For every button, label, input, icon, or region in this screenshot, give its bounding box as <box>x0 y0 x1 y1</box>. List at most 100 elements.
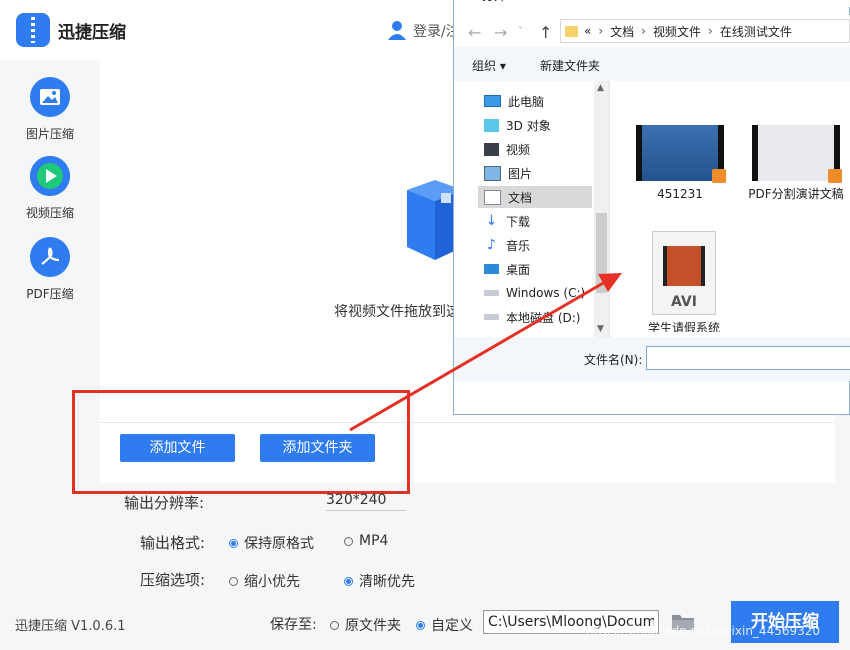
chevron-right-icon: › <box>641 24 646 38</box>
tree-item-3d-objects[interactable]: 3D 对象 <box>484 114 551 136</box>
tree-item-drive-d[interactable]: 本地磁盘 (D:) <box>484 306 580 328</box>
file-item[interactable]: PDF分割演讲文稿 <box>746 125 846 201</box>
up-arrow-icon[interactable]: ↑ <box>539 23 552 42</box>
tree-item-music[interactable]: ♪ 音乐 <box>484 234 530 256</box>
filename-input[interactable] <box>646 346 850 370</box>
pdf-icon <box>30 237 70 277</box>
file-name: 451231 <box>657 187 703 201</box>
folder-icon <box>565 25 578 37</box>
picture-icon <box>484 165 501 181</box>
sidebar-item-label: PDF压缩 <box>26 287 74 301</box>
radio-unchecked-icon <box>330 620 339 630</box>
back-arrow-icon[interactable]: ← <box>468 23 481 42</box>
file-name: 学生请假系统 <box>647 321 720 332</box>
breadcrumb-online-test[interactable]: 在线测试文件 <box>720 23 792 40</box>
download-icon: ↓ <box>485 212 498 229</box>
tree-item-label: 视频 <box>506 142 531 157</box>
video-thumbnail <box>752 125 842 183</box>
radio-unchecked-icon <box>229 576 238 586</box>
video-thumbnail <box>636 125 726 183</box>
tree-item-downloads[interactable]: ↓ 下载 <box>484 210 530 232</box>
address-bar[interactable]: « › 文档 › 视频文件 › 在线测试文件 <box>560 19 850 43</box>
scroll-down-icon[interactable]: ▼ <box>597 324 604 334</box>
version-text: 迅捷压缩 V1.0.6.1 <box>15 619 126 634</box>
recent-chevron-icon[interactable]: ˅ <box>518 26 523 37</box>
forward-arrow-icon[interactable]: → <box>494 23 507 42</box>
radio-label: 原文件夹 <box>345 618 401 634</box>
radio-checked-icon <box>416 620 425 630</box>
chevron-right-icon: › <box>598 24 604 38</box>
scroll-up-icon[interactable]: ▲ <box>597 83 604 93</box>
tree-item-label: Windows (C:) <box>506 286 586 300</box>
breadcrumb-overflow[interactable]: « <box>584 24 591 38</box>
video-badge-icon <box>828 169 842 183</box>
tree-item-label: 本地磁盘 (D:) <box>506 310 581 325</box>
dialog-title-bar: 打开 <box>454 0 850 7</box>
resolution-value: 320*240 <box>326 492 387 508</box>
compress-option-clarity[interactable]: 清晰优先 <box>344 571 415 591</box>
tree-item-label: 此电脑 <box>508 94 545 109</box>
file-item[interactable]: 451231 <box>630 125 730 201</box>
folder-tree: 此电脑 3D 对象 视频 图片 文档 ↓ 下载 ♪ 音乐 桌面 Windows … <box>454 81 610 337</box>
file-name: PDF分割演讲文稿 <box>748 187 844 201</box>
tree-item-label: 桌面 <box>506 262 531 277</box>
radio-label: MP4 <box>359 533 389 549</box>
document-icon <box>484 189 501 205</box>
sidebar-item-label: 图片压缩 <box>25 127 74 141</box>
save-option-custom[interactable]: 自定义 <box>416 615 473 635</box>
tree-scrollbar-thumb[interactable] <box>596 213 607 293</box>
format-option-mp4[interactable]: MP4 <box>344 533 388 549</box>
breadcrumb-documents[interactable]: 文档 <box>610 23 634 40</box>
new-folder-button[interactable]: 新建文件夹 <box>540 57 600 74</box>
app-logo-icon <box>16 13 50 47</box>
resolution-select[interactable]: 320*240 ˅ <box>326 490 406 511</box>
chevron-down-icon: ˅ <box>396 490 403 503</box>
sidebar-item-video-compress[interactable]: 视频压缩 <box>0 156 100 221</box>
tree-item-label: 3D 对象 <box>506 118 551 133</box>
file-list: 451231 PDF分割演讲文稿 AVI 学生请假系统 <box>610 81 850 337</box>
save-option-original-folder[interactable]: 原文件夹 <box>330 615 401 635</box>
video-badge-icon <box>712 169 726 183</box>
tree-item-documents[interactable]: 文档 <box>478 186 592 208</box>
sidebar-item-image-compress[interactable]: 图片压缩 <box>0 77 100 142</box>
cube-icon <box>484 118 499 132</box>
breadcrumb-video-files[interactable]: 视频文件 <box>653 23 701 40</box>
annotation-highlight-box <box>72 390 410 494</box>
drop-hint-text: 将视频文件拖放到这 <box>334 304 460 320</box>
radio-checked-icon <box>229 538 238 548</box>
tree-item-label: 下载 <box>506 214 531 229</box>
tree-item-label: 文档 <box>508 190 533 205</box>
desktop-icon <box>484 264 499 274</box>
format-label: 输出格式: <box>140 534 206 552</box>
radio-checked-icon <box>344 576 353 586</box>
drive-icon <box>484 290 499 296</box>
sidebar-item-pdf-compress[interactable]: PDF压缩 <box>0 237 100 302</box>
resolution-label: 输出分辨率: <box>124 494 205 512</box>
tree-item-videos[interactable]: 视频 <box>484 138 530 160</box>
user-icon[interactable] <box>388 20 406 40</box>
dialog-title: 打开 <box>482 0 506 4</box>
tree-scrollbar[interactable] <box>594 81 609 337</box>
drive-icon <box>484 314 499 320</box>
watermark-text: https://blog.csdn.net/weixin_44569320 <box>586 624 821 638</box>
tree-item-drive-c[interactable]: Windows (C:) <box>484 282 585 304</box>
organize-menu[interactable]: 组织 ▾ <box>472 57 506 74</box>
file-item[interactable]: AVI 学生请假系统 <box>634 231 734 332</box>
compress-option-size[interactable]: 缩小优先 <box>229 571 300 591</box>
music-icon: ♪ <box>487 236 496 253</box>
tree-item-pictures[interactable]: 图片 <box>484 162 532 184</box>
tree-item-desktop[interactable]: 桌面 <box>484 258 530 280</box>
save-to-label: 保存至: <box>270 617 317 633</box>
image-icon <box>30 77 70 117</box>
avi-file-icon: AVI <box>652 231 716 315</box>
format-option-original[interactable]: 保持原格式 <box>229 533 314 553</box>
file-type-badge: AVI <box>671 294 697 310</box>
open-file-dialog: 打开 ← → ˅ ↑ « › 文档 › 视频文件 › 在线测试文件 组织 ▾ 新… <box>453 0 850 415</box>
tree-item-label: 音乐 <box>506 238 531 253</box>
tree-item-this-pc[interactable]: 此电脑 <box>484 90 544 112</box>
dialog-nav-bar: ← → ˅ ↑ « › 文档 › 视频文件 › 在线测试文件 <box>454 15 850 47</box>
radio-label: 自定义 <box>431 618 473 634</box>
computer-icon <box>484 95 501 107</box>
tree-item-label: 图片 <box>508 166 533 181</box>
radio-label: 保持原格式 <box>244 536 314 552</box>
